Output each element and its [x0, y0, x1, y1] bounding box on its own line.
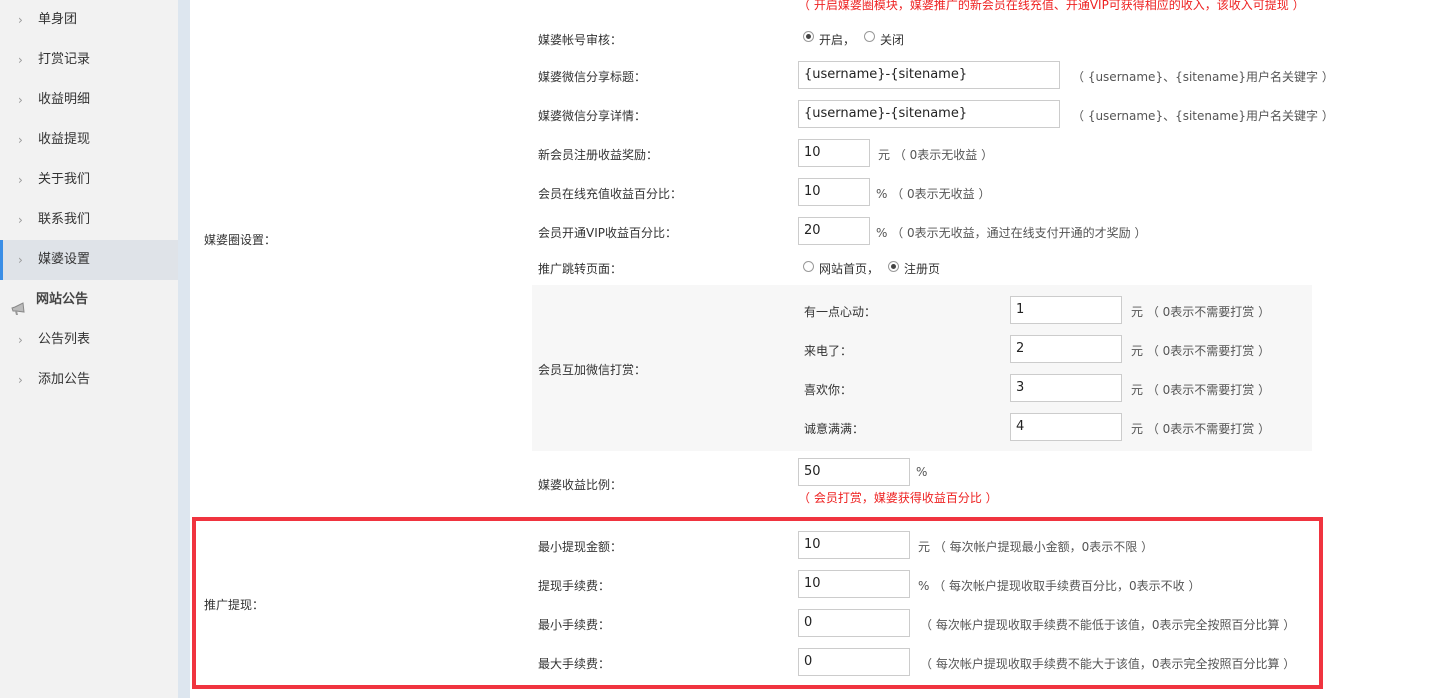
tip-item-label: 有一点心动：	[804, 305, 877, 319]
review-off-label: 关闭	[880, 33, 905, 47]
sidebar-item-label: 打赏记录	[38, 52, 91, 67]
tip-item-input[interactable]: 2	[1010, 335, 1122, 363]
redirect-home-radio[interactable]	[803, 261, 814, 272]
recharge-percent-label: 会员在线充值收益百分比：	[538, 187, 683, 201]
matchmaker-top-note: （ 开启媒婆圈模块，媒婆推广的新会员在线充值、开通VIP可获得相应的收入，该收入…	[798, 0, 1305, 12]
withdraw-section-label: 推广提现：	[204, 598, 265, 612]
tip-item-hint: 元 （ 0表示不需要打赏 ）	[1131, 344, 1271, 358]
redirect-register-radio[interactable]	[888, 261, 899, 272]
max-fee-input[interactable]: 0	[798, 648, 910, 676]
share-title-hint: （ {username}、{sitename}用户名关键字 ）	[1072, 70, 1334, 84]
sidebar-item-add-announcement[interactable]: › 添加公告	[0, 360, 178, 400]
review-off-radio[interactable]	[864, 31, 875, 42]
sidebar: › 单身团 › 打赏记录 › 收益明细 › 收益提现 › 关于我们 › 联系我们…	[0, 0, 178, 698]
share-detail-input[interactable]: {username}-{sitename}	[798, 100, 1060, 128]
min-fee-hint: （ 每次帐户提现收取手续费不能低于该值，0表示完全按照百分比算 ）	[920, 618, 1296, 632]
chevron-right-icon: ›	[18, 93, 23, 107]
sidebar-item-label: 收益提现	[38, 132, 91, 147]
share-title-input[interactable]: {username}-{sitename}	[798, 61, 1060, 89]
tip-item-hint: 元 （ 0表示不需要打赏 ）	[1131, 305, 1271, 319]
chevron-right-icon: ›	[18, 13, 23, 27]
chevron-right-icon: ›	[18, 53, 23, 67]
sidebar-item-income-details[interactable]: › 收益明细	[0, 80, 178, 120]
recharge-percent-input[interactable]: 10	[798, 178, 870, 206]
tip-item-label: 喜欢你：	[804, 383, 853, 397]
sidebar-group-announcements[interactable]: 网站公告	[0, 280, 178, 320]
sidebar-item-about-us[interactable]: › 关于我们	[0, 160, 178, 200]
share-title-label: 媒婆微信分享标题：	[538, 70, 647, 84]
sidebar-item-contact-us[interactable]: › 联系我们	[0, 200, 178, 240]
tip-item-hint: 元 （ 0表示不需要打赏 ）	[1131, 383, 1271, 397]
share-detail-label: 媒婆微信分享详情：	[538, 109, 647, 123]
tips-label: 会员互加微信打赏：	[538, 363, 647, 377]
register-reward-input[interactable]: 10	[798, 139, 870, 167]
max-fee-hint: （ 每次帐户提现收取手续费不能大于该值，0表示完全按照百分比算 ）	[920, 657, 1296, 671]
max-fee-label: 最大手续费：	[538, 657, 611, 671]
tip-item-input[interactable]: 4	[1010, 413, 1122, 441]
fee-hint: % （ 每次帐户提现收取手续费百分比，0表示不收 ）	[918, 579, 1201, 593]
sidebar-item-label: 公告列表	[38, 332, 91, 347]
sidebar-item-label: 添加公告	[38, 372, 91, 387]
min-amount-hint: 元 （ 每次帐户提现最小金额，0表示不限 ）	[918, 540, 1154, 554]
sidebar-item-label: 联系我们	[38, 212, 91, 227]
redirect-register-label: 注册页	[904, 262, 941, 276]
sidebar-item-label: 收益明细	[38, 92, 91, 107]
sidebar-item-announcement-list[interactable]: › 公告列表	[0, 320, 178, 360]
review-on-radio[interactable]	[803, 31, 814, 42]
vip-percent-input[interactable]: 20	[798, 217, 870, 245]
income-ratio-unit: %	[916, 465, 928, 479]
sidebar-scrollbar-track[interactable]	[178, 0, 190, 698]
sidebar-item-label: 关于我们	[38, 172, 91, 187]
min-fee-label: 最小手续费：	[538, 618, 611, 632]
sidebar-item-tip-records[interactable]: › 打赏记录	[0, 40, 178, 80]
min-amount-input[interactable]: 10	[798, 531, 910, 559]
review-on-label: 开启，	[819, 33, 856, 47]
chevron-right-icon: ›	[18, 333, 23, 347]
share-detail-hint: （ {username}、{sitename}用户名关键字 ）	[1072, 109, 1334, 123]
vip-percent-hint: % （ 0表示无收益，通过在线支付开通的才奖励 ）	[876, 226, 1147, 240]
vip-percent-label: 会员开通VIP收益百分比：	[538, 226, 677, 240]
tip-item-input[interactable]: 3	[1010, 374, 1122, 402]
income-ratio-label: 媒婆收益比例：	[538, 478, 623, 492]
sidebar-item-single-group[interactable]: › 单身团	[0, 0, 178, 40]
chevron-right-icon: ›	[18, 213, 23, 227]
redirect-label: 推广跳转页面：	[538, 262, 623, 276]
chevron-right-icon: ›	[18, 173, 23, 187]
redirect-home-label: 网站首页，	[819, 262, 880, 276]
chevron-right-icon: ›	[18, 253, 23, 267]
sidebar-item-income-withdraw[interactable]: › 收益提现	[0, 120, 178, 160]
matchmaker-section-label: 媒婆圈设置：	[204, 233, 277, 247]
income-ratio-note: （ 会员打赏，媒婆获得收益百分比 ）	[798, 491, 998, 505]
sidebar-item-label: 单身团	[38, 12, 78, 27]
fee-input[interactable]: 10	[798, 570, 910, 598]
min-fee-input[interactable]: 0	[798, 609, 910, 637]
income-ratio-input[interactable]: 50	[798, 458, 910, 486]
register-reward-hint: 元 （ 0表示无收益 ）	[878, 148, 994, 162]
chevron-right-icon: ›	[18, 133, 23, 147]
tip-item-label: 来电了：	[804, 344, 853, 358]
chevron-right-icon: ›	[18, 373, 23, 387]
review-label: 媒婆帐号审核：	[538, 33, 623, 47]
register-reward-label: 新会员注册收益奖励：	[538, 148, 659, 162]
recharge-percent-hint: % （ 0表示无收益 ）	[876, 187, 991, 201]
tip-item-input[interactable]: 1	[1010, 296, 1122, 324]
sidebar-item-label: 媒婆设置	[38, 252, 91, 267]
fee-label: 提现手续费：	[538, 579, 611, 593]
min-amount-label: 最小提现金额：	[538, 540, 623, 554]
tip-item-label: 诚意满满：	[804, 422, 865, 436]
sidebar-item-matchmaker-settings[interactable]: › 媒婆设置	[0, 240, 178, 280]
tip-item-hint: 元 （ 0表示不需要打赏 ）	[1131, 422, 1271, 436]
announcement-icon	[11, 293, 27, 315]
sidebar-group-label: 网站公告	[36, 292, 89, 307]
